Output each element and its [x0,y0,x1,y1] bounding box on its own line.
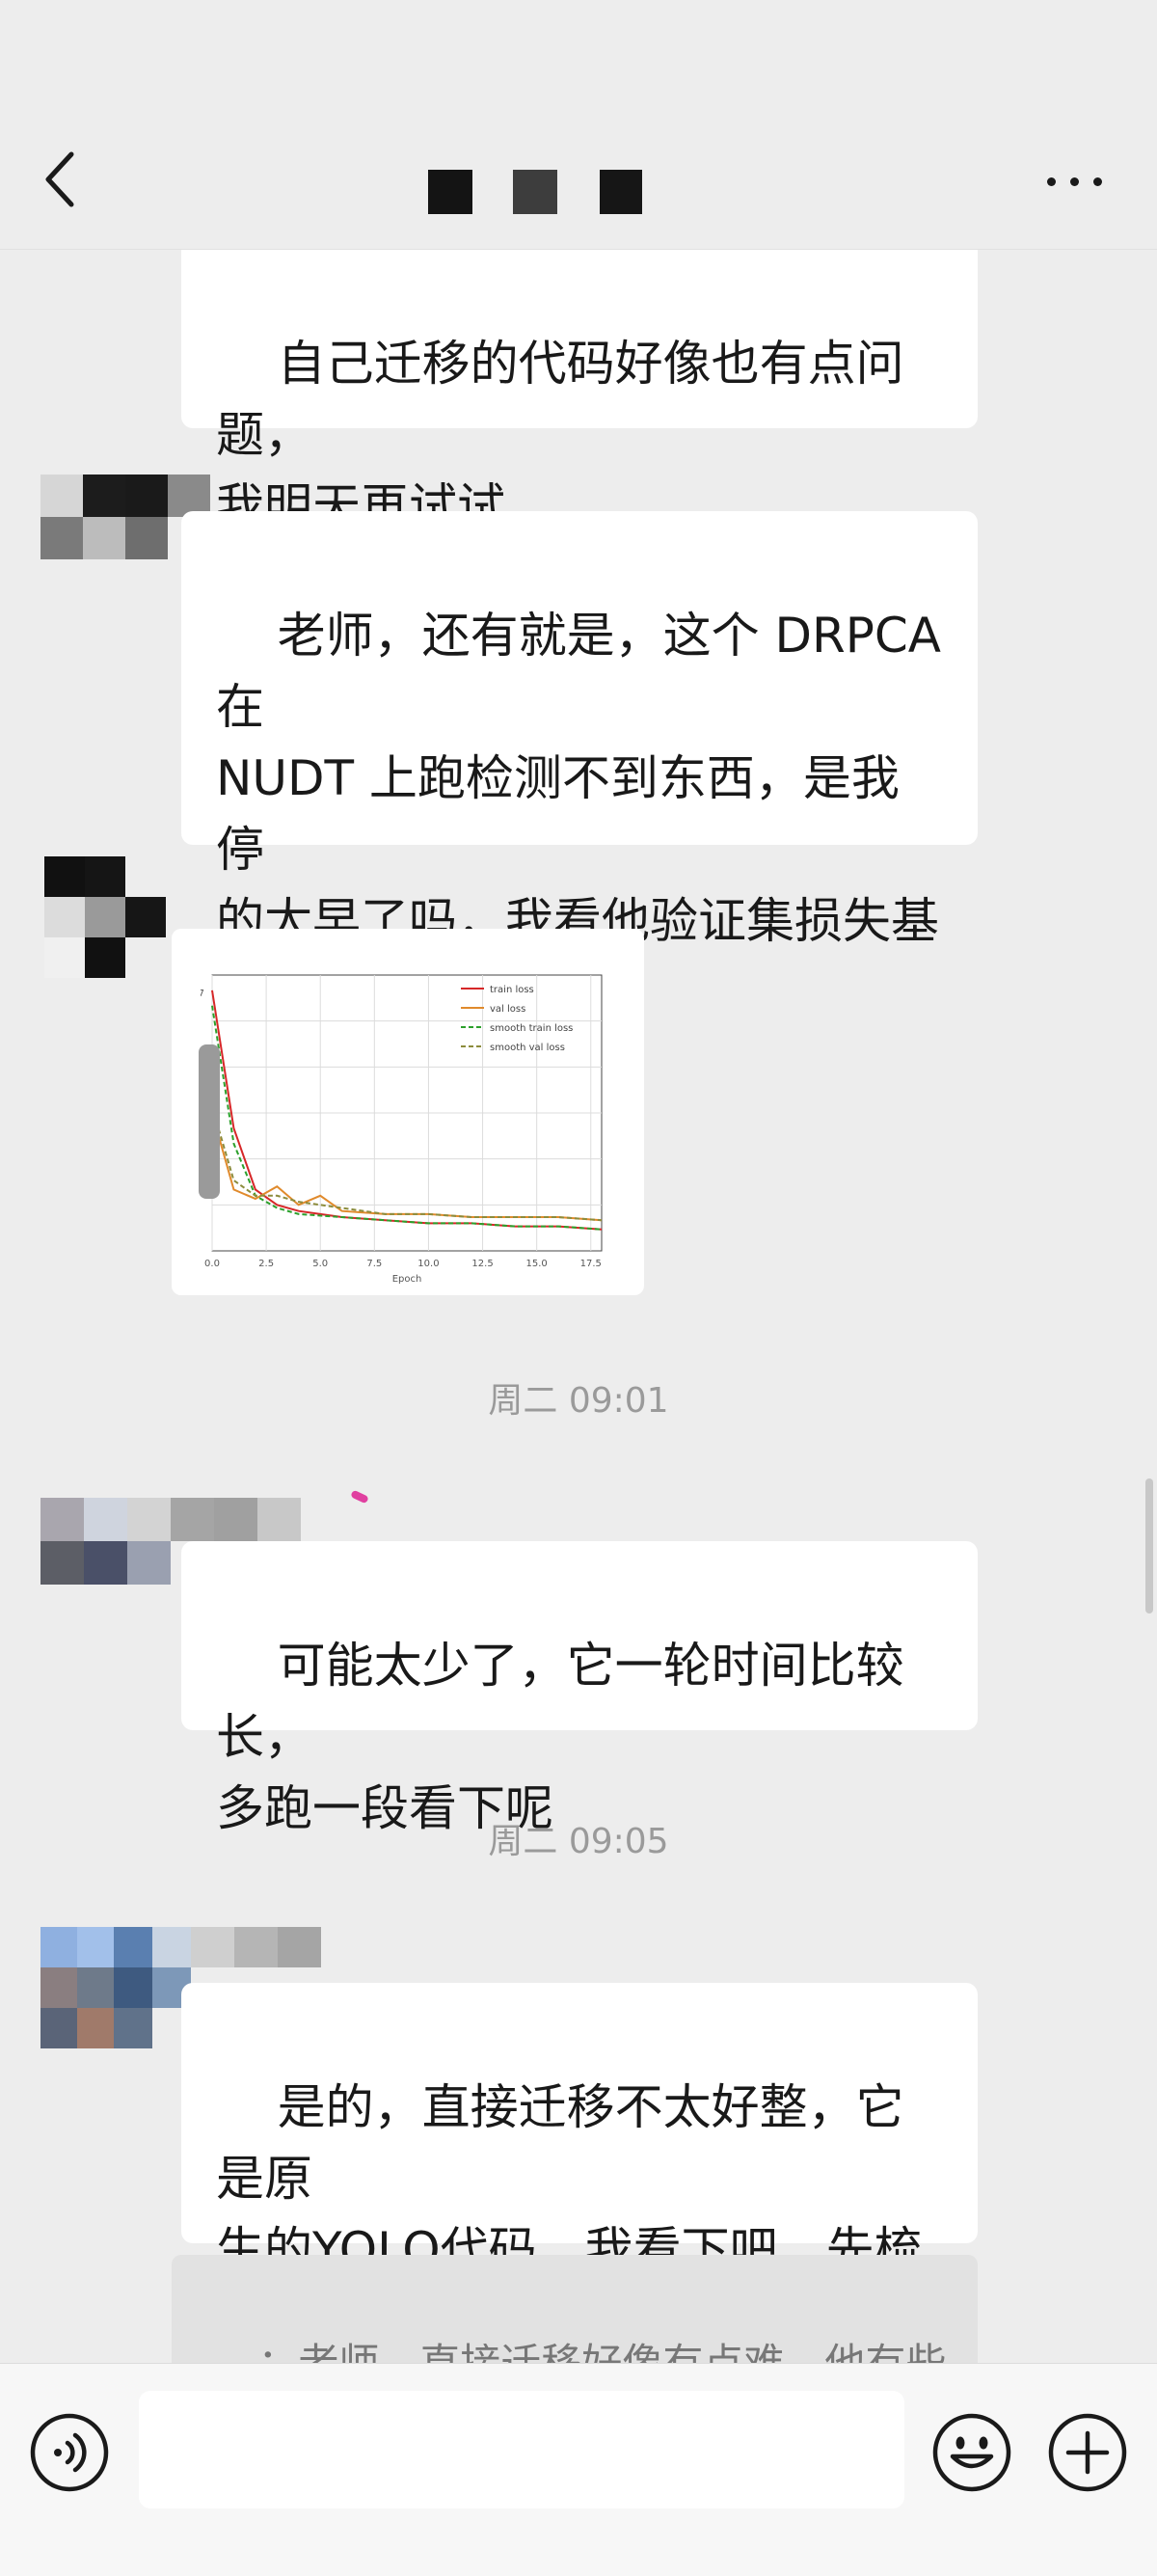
image-message[interactable]: 0.02.55.07.510.012.515.017.517Epochtrain… [172,929,644,1295]
message-bubble[interactable]: 老师，还有就是，这个 DRPCA 在 NUDT 上跑检测不到东西，是我停 的太早… [181,511,978,1231]
reaction-mark [350,1489,369,1505]
x-tick-label: 15.0 [526,1259,548,1269]
x-tick-label: 5.0 [312,1259,328,1269]
legend-label: val loss [490,1004,525,1015]
x-tick-label: 2.5 [258,1259,274,1269]
message-input[interactable] [139,2391,904,2508]
message-text: 自己迁移的代码好像也有点问题， 我明天再试试 [216,336,904,534]
avatar[interactable] [40,856,175,982]
input-bar [0,2363,1157,2576]
legend-label: smooth val loss [490,1043,565,1053]
x-axis-label: Epoch [392,1274,422,1285]
timestamp: 周二 09:01 [488,1381,669,1421]
quoted-text: ：老师，直接迁移好像有点难，他有些 模块我没看懂源码是哪部分，我自己迁 [206,2340,946,2363]
emoji-icon[interactable] [931,2412,1012,2493]
message-text: 可能太少了，它一轮时间比较长， 多跑一段看下呢 [216,1638,904,1836]
x-tick-label: 12.5 [471,1259,493,1269]
scrollbar[interactable] [1145,1478,1153,1613]
message-bubble[interactable]: 自己迁移的代码好像也有点问题， 我明天再试试 [181,249,978,534]
chat-area[interactable]: 自己迁移的代码好像也有点问题， 我明天再试试 老师，还有就是，这个 DRPCA … [0,249,1157,2363]
chevron-left-icon[interactable] [39,145,87,214]
quoted-message[interactable]: ：老师，直接迁移好像有点难，他有些 模块我没看懂源码是哪部分，我自己迁 [172,2255,978,2363]
x-tick-label: 17.5 [580,1259,602,1269]
x-tick-label: 0.0 [204,1259,220,1269]
timestamp: 周二 09:05 [488,1822,669,1861]
message-bubble[interactable]: 是的，直接迁移不太好整，它是原 生的YOLO代码，我看下吧，先梳 理文章，这个我… [181,1983,978,2349]
legend-label: train loss [490,985,534,995]
loss-chart: 0.02.55.07.510.012.515.017.517Epochtrain… [172,929,603,1295]
more-dots-icon[interactable] [1041,164,1109,203]
message-bubble[interactable]: 可能太少了，它一轮时间比较长， 多跑一段看下呢 [181,1541,978,1836]
legend-label: smooth train loss [490,1023,573,1034]
image-overlay-mark [199,1044,220,1199]
image-edge [172,929,201,1295]
top-bar [0,0,1157,250]
x-tick-label: 7.5 [366,1259,382,1269]
voice-icon[interactable] [29,2412,110,2493]
plus-icon[interactable] [1047,2412,1128,2493]
chat-title [424,170,742,218]
x-tick-label: 10.0 [417,1259,439,1269]
